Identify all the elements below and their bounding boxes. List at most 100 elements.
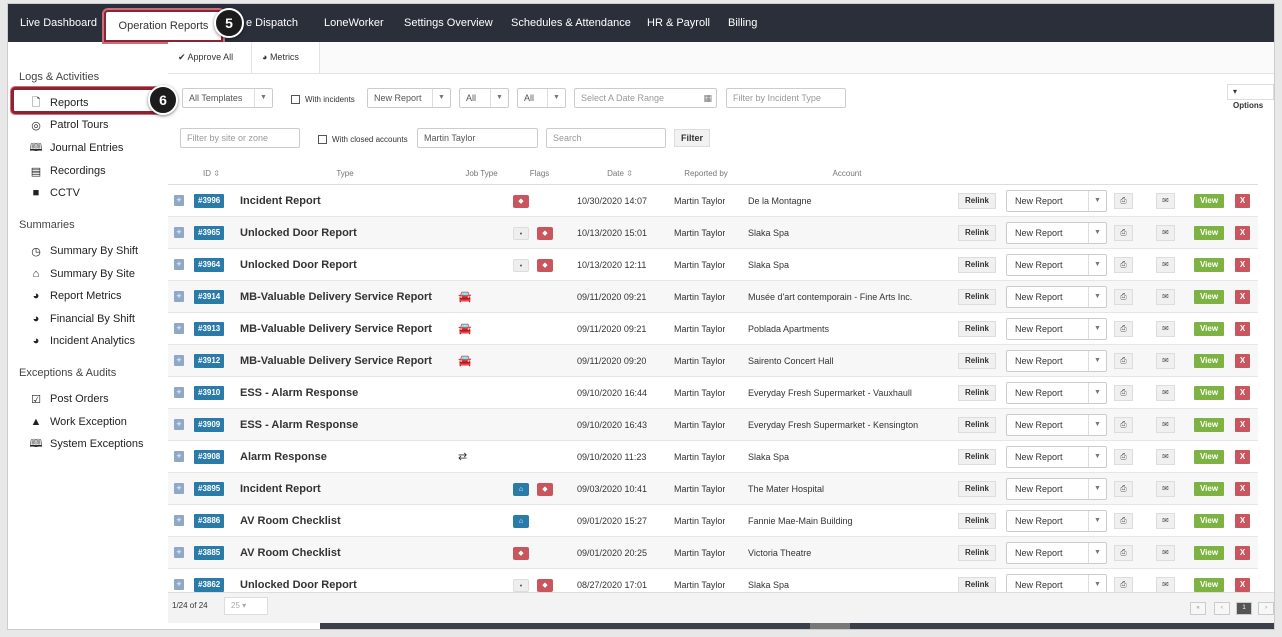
delete-button[interactable]: X [1235, 226, 1250, 240]
nav-loneworker[interactable]: LoneWorker [324, 4, 384, 42]
report-id-badge[interactable]: #3910 [194, 386, 225, 400]
report-id-badge[interactable]: #3908 [194, 450, 225, 464]
column-header-id[interactable]: ID ⇳ [188, 163, 235, 185]
relink-button[interactable]: Relink [958, 257, 996, 273]
report-status-select[interactable]: New Report ▼ [1006, 286, 1107, 308]
horizontal-scrollbar[interactable] [320, 623, 1274, 629]
delete-button[interactable]: X [1235, 354, 1250, 368]
date-range-input[interactable]: Select A Date Range ▦ [574, 88, 717, 108]
report-status-select[interactable]: New Report ▼ [1006, 318, 1107, 340]
page-size-select[interactable]: 25 ▾ [224, 597, 268, 615]
expand-row-button[interactable]: + [174, 227, 184, 238]
delete-button[interactable]: X [1235, 546, 1250, 560]
relink-button[interactable]: Relink [958, 321, 996, 337]
report-status-select[interactable]: New Report ▼ [1006, 510, 1107, 532]
delete-button[interactable]: X [1235, 290, 1250, 304]
delete-button[interactable]: X [1235, 418, 1250, 432]
email-button[interactable]: ✉ [1156, 481, 1175, 497]
pdf-button[interactable]: ⎙ [1114, 385, 1133, 401]
reporter-input[interactable]: Martin Taylor [417, 128, 538, 148]
sidebar-item-recordings[interactable]: ▤ Recordings [29, 162, 106, 180]
nav-live-dashboard[interactable]: Live Dashboard [20, 4, 97, 42]
search-input[interactable]: Search [546, 128, 666, 148]
site-filter-input[interactable]: Filter by site or zone [180, 128, 300, 148]
expand-row-button[interactable]: + [174, 323, 184, 334]
view-button[interactable]: View [1194, 386, 1224, 400]
relink-button[interactable]: Relink [958, 353, 996, 369]
new-report-select[interactable]: New Report ▼ [367, 88, 451, 108]
report-id-badge[interactable]: #3909 [194, 418, 225, 432]
options-button[interactable]: ▾ Options [1227, 84, 1274, 110]
delete-button[interactable]: X [1235, 450, 1250, 464]
sidebar-item-cctv[interactable]: ■ CCTV [29, 184, 80, 202]
report-status-select[interactable]: New Report ▼ [1006, 478, 1107, 500]
email-button[interactable]: ✉ [1156, 353, 1175, 369]
sidebar-item-incident-analytics[interactable]: ◕ Incident Analytics [29, 332, 135, 350]
report-id-badge[interactable]: #3886 [194, 514, 225, 528]
pdf-button[interactable]: ⎙ [1114, 545, 1133, 561]
status-select-2[interactable]: All ▼ [517, 88, 566, 108]
pdf-button[interactable]: ⎙ [1114, 321, 1133, 337]
pdf-button[interactable]: ⎙ [1114, 289, 1133, 305]
email-button[interactable]: ✉ [1156, 449, 1175, 465]
report-status-select[interactable]: New Report ▼ [1006, 382, 1107, 404]
nav-settings-overview[interactable]: Settings Overview [404, 4, 493, 42]
with-incidents-checkbox[interactable]: With incidents [291, 92, 355, 106]
delete-button[interactable]: X [1235, 578, 1250, 592]
templates-select[interactable]: All Templates ▼ [182, 88, 273, 108]
nav-schedules-attendance[interactable]: Schedules & Attendance [511, 4, 631, 42]
expand-row-button[interactable]: + [174, 579, 184, 590]
expand-row-button[interactable]: + [174, 547, 184, 558]
scrollbar-thumb[interactable] [810, 623, 850, 629]
email-button[interactable]: ✉ [1156, 577, 1175, 593]
report-id-badge[interactable]: #3965 [194, 226, 225, 240]
view-button[interactable]: View [1194, 514, 1224, 528]
delete-button[interactable]: X [1235, 514, 1250, 528]
approve-all-button[interactable]: ✔ Approve All [168, 42, 252, 73]
view-button[interactable]: View [1194, 322, 1224, 336]
sidebar-item-summary-by-shift[interactable]: ◷ Summary By Shift [29, 242, 138, 260]
pdf-button[interactable]: ⎙ [1114, 193, 1133, 209]
sidebar-item-reports[interactable]: 🗋 Reports [29, 94, 89, 112]
relink-button[interactable]: Relink [958, 385, 996, 401]
sidebar-item-summary-by-site[interactable]: ⌂ Summary By Site [29, 265, 135, 283]
relink-button[interactable]: Relink [958, 417, 996, 433]
sidebar-item-post-orders[interactable]: ☑ Post Orders [29, 390, 109, 408]
view-button[interactable]: View [1194, 418, 1224, 432]
sidebar-item-system-exceptions[interactable]: 🕮 System Exceptions [29, 435, 144, 453]
incident-type-filter[interactable]: Filter by Incident Type [726, 88, 846, 108]
report-id-badge[interactable]: #3885 [194, 546, 225, 560]
delete-button[interactable]: X [1235, 322, 1250, 336]
email-button[interactable]: ✉ [1156, 513, 1175, 529]
status-select-1[interactable]: All ▼ [459, 88, 509, 108]
email-button[interactable]: ✉ [1156, 417, 1175, 433]
email-button[interactable]: ✉ [1156, 193, 1175, 209]
nav-operation-reports[interactable]: Operation Reports [104, 10, 223, 42]
report-status-select[interactable]: New Report ▼ [1006, 542, 1107, 564]
expand-row-button[interactable]: + [174, 259, 184, 270]
pdf-button[interactable]: ⎙ [1114, 417, 1133, 433]
expand-row-button[interactable]: + [174, 419, 184, 430]
expand-row-button[interactable]: + [174, 451, 184, 462]
view-button[interactable]: View [1194, 578, 1224, 592]
view-button[interactable]: View [1194, 354, 1224, 368]
report-id-badge[interactable]: #3862 [194, 578, 225, 592]
relink-button[interactable]: Relink [958, 289, 996, 305]
email-button[interactable]: ✉ [1156, 545, 1175, 561]
metrics-button[interactable]: ◕ Metrics [252, 42, 320, 73]
relink-button[interactable]: Relink [958, 577, 996, 593]
relink-button[interactable]: Relink [958, 481, 996, 497]
report-id-badge[interactable]: #3913 [194, 322, 225, 336]
sidebar-item-patrol-tours[interactable]: ◎ Patrol Tours [29, 116, 108, 134]
report-status-select[interactable]: New Report ▼ [1006, 222, 1107, 244]
current-page-button[interactable]: 1 [1236, 602, 1252, 615]
pdf-button[interactable]: ⎙ [1114, 513, 1133, 529]
pdf-button[interactable]: ⎙ [1114, 353, 1133, 369]
relink-button[interactable]: Relink [958, 545, 996, 561]
delete-button[interactable]: X [1235, 258, 1250, 272]
pdf-button[interactable]: ⎙ [1114, 225, 1133, 241]
expand-row-button[interactable]: + [174, 355, 184, 366]
expand-row-button[interactable]: + [174, 483, 184, 494]
prev-page-button[interactable]: ‹ [1214, 602, 1230, 615]
relink-button[interactable]: Relink [958, 513, 996, 529]
